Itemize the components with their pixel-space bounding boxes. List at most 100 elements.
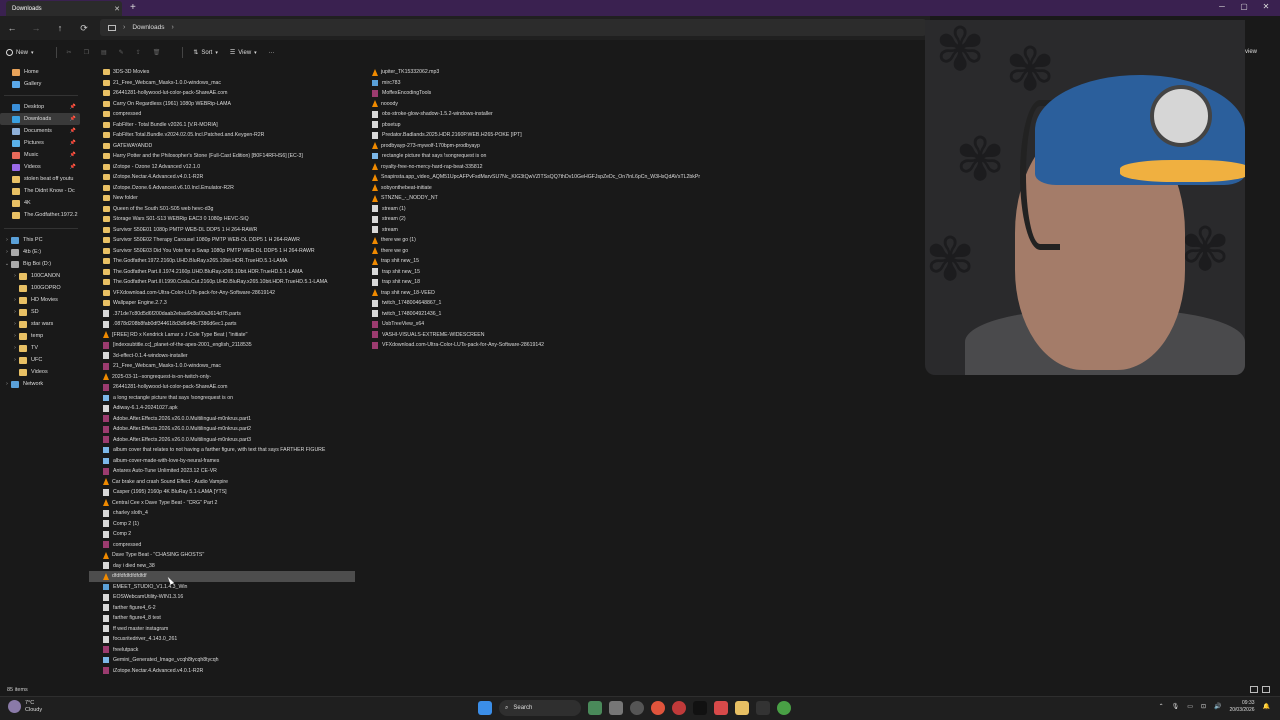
weather-widget[interactable]: 7°C Cloudy xyxy=(8,700,42,714)
view-button[interactable]: ☰ View ▾ xyxy=(230,49,257,57)
sidebar-item-network[interactable]: › Network xyxy=(0,378,80,390)
pin-icon[interactable]: 📌 xyxy=(70,164,76,170)
sidebar-item-desktop[interactable]: Desktop 📌 xyxy=(0,101,80,113)
search-box[interactable]: ⌕ Search xyxy=(499,700,581,716)
delete-icon[interactable]: 🗑 xyxy=(153,49,161,56)
sidebar-item-stolen-beat[interactable]: stolen beat off youtu xyxy=(0,173,80,185)
file-item[interactable]: freelutpack xyxy=(103,645,355,656)
refresh-icon[interactable]: ⟳ xyxy=(72,23,96,34)
folder-item[interactable]: iZotope.Nectar.4.Advanced.v4.0.1-R2R xyxy=(103,172,355,183)
app-icon[interactable] xyxy=(672,701,686,715)
sidebar-item-100canon[interactable]: › 100CANON xyxy=(0,270,80,282)
folder-item[interactable]: iZotope - Ozone 12 Advanced v12.1.0 xyxy=(103,162,355,173)
file-item[interactable]: VFXdownload.com-Ultra-Color-LUTs-pack-fo… xyxy=(372,340,700,351)
tab-downloads[interactable]: Downloads ✕ xyxy=(6,1,122,16)
share-icon[interactable]: ⇪ xyxy=(136,49,141,56)
address-bar[interactable]: › Downloads › xyxy=(100,19,926,36)
file-item[interactable]: stream (2) xyxy=(372,214,700,225)
volume-icon[interactable]: 🔊 xyxy=(1214,703,1221,710)
folder-item[interactable]: Survivor S50E03 Did You Vote for a Swap … xyxy=(103,246,355,257)
sidebar-item-pictures[interactable]: Pictures 📌 xyxy=(0,137,80,149)
file-item[interactable]: Dave Type Beat - ''CHASING GHOSTS'' xyxy=(103,550,355,561)
breadcrumb-downloads[interactable]: Downloads xyxy=(132,24,164,31)
display-icon[interactable]: ▭ xyxy=(1187,703,1193,710)
sidebar-item-documents[interactable]: Documents 📌 xyxy=(0,125,80,137)
file-item[interactable]: there we go xyxy=(372,246,700,257)
folder-item[interactable]: compressed xyxy=(103,109,355,120)
chevron-right-icon[interactable]: › xyxy=(3,381,11,387)
file-item[interactable]: Gemini_Generated_Image_vcqh8tycqh8tycqh xyxy=(103,655,355,666)
folder-item[interactable]: 21_Free_Webcam_Masks-1.0.0-windows_mac xyxy=(103,78,355,89)
pin-icon[interactable]: 📌 xyxy=(70,104,76,110)
sidebar-item-sd[interactable]: › SD xyxy=(0,306,80,318)
close-button[interactable]: ✕ xyxy=(1256,2,1276,11)
up-icon[interactable]: ↑ xyxy=(48,23,72,33)
file-item[interactable]: there we go (1) xyxy=(372,235,700,246)
chevron-right-icon[interactable]: › xyxy=(11,345,19,351)
file-item[interactable]: album-cover-made-with-love-by-neural-fra… xyxy=(103,456,355,467)
file-item[interactable]: nooody xyxy=(372,99,700,110)
cut-icon[interactable]: ✂ xyxy=(67,49,72,56)
file-item[interactable]: Adobe.After.Effects.2026.v26.0.0.Multili… xyxy=(103,424,355,435)
sidebar-item-4k[interactable]: 4K xyxy=(0,197,80,209)
file-item[interactable]: twitch_1748004648867_1 xyxy=(372,298,700,309)
sidebar-item-tv[interactable]: › TV xyxy=(0,342,80,354)
sidebar-item-gallery[interactable]: Gallery xyxy=(0,78,80,90)
chevron-right-icon[interactable]: › xyxy=(11,357,19,363)
file-item[interactable]: album cover that relates to not having a… xyxy=(103,445,355,456)
chrome-icon[interactable] xyxy=(777,701,791,715)
folder-item[interactable]: Wallpaper Engine.2.7.3 xyxy=(103,298,355,309)
sidebar-item-this-pc[interactable]: › This PC xyxy=(0,234,80,246)
details-view-icon[interactable] xyxy=(1250,686,1258,693)
file-item[interactable]: VASHI-VISUALS-EXTREME-WIDESCREEN xyxy=(372,330,700,341)
file-item[interactable]: trap shit new_18 xyxy=(372,277,700,288)
file-item[interactable]: 26441281-hollywood-lut-color-pack-ShareA… xyxy=(103,382,355,393)
folder-item[interactable]: Queen of the South S01-S05 web hevc-d3g xyxy=(103,204,355,215)
sidebar-item-temp[interactable]: › temp xyxy=(0,330,80,342)
file-item[interactable]: sobyonthebeat-initiate xyxy=(372,183,700,194)
file-item[interactable]: .0878d208b8fab0df344618d3d6d48c7386d6ec1… xyxy=(103,319,355,330)
sidebar-item-downloads[interactable]: Downloads 📌 xyxy=(0,113,80,125)
sidebar-item-videos-d[interactable]: Videos xyxy=(0,366,80,378)
sidebar-item-drive-d[interactable]: ⌄ Big Boi (D:) xyxy=(0,258,80,270)
pin-icon[interactable]: 📌 xyxy=(70,128,76,134)
file-item[interactable]: royalty-free-no-mercy-hard-rap-beat-3358… xyxy=(372,162,700,173)
folder-item[interactable]: Storage Wars S01-S13 WEBRip EAC3 0 1080p… xyxy=(103,214,355,225)
file-item[interactable]: MoffexEncodingTools xyxy=(372,88,700,99)
folder-item[interactable]: iZotope.Ozone.6.Advanced.v6.10.Incl.Emul… xyxy=(103,183,355,194)
back-icon[interactable]: ← xyxy=(0,23,24,33)
new-tab-button[interactable]: + xyxy=(130,2,136,13)
file-item[interactable]: prodbyayp-273-mywolf-170bpm-prodbyayp xyxy=(372,141,700,152)
sidebar-item-home[interactable]: Home xyxy=(0,66,80,78)
sort-button[interactable]: ⇅ Sort ▾ xyxy=(193,49,218,57)
file-item[interactable]: charley sloth_4 xyxy=(103,508,355,519)
chevron-right-icon[interactable]: › xyxy=(11,297,19,303)
file-item[interactable]: [indexsubtitle.cc]_planet-of-the-apes-20… xyxy=(103,340,355,351)
file-item[interactable]: farther figure4_6-2 xyxy=(103,603,355,614)
folder-item[interactable]: Harry Potter and the Philosopher's Stone… xyxy=(103,151,355,162)
file-item[interactable]: Predator.Badlands.2025.HDR.2160P.WEB.H26… xyxy=(372,130,700,141)
paste-icon[interactable]: ▤ xyxy=(101,49,107,56)
file-item[interactable]: iZotope.Nectar.4.Advanced.v4.0.1-R2R xyxy=(103,666,355,677)
obs-icon[interactable] xyxy=(630,701,644,715)
clock[interactable]: 09:33 20/03/2026 xyxy=(1229,700,1254,713)
file-item[interactable]: mirc783 xyxy=(372,78,700,89)
more-options-button[interactable]: ··· xyxy=(269,50,275,56)
file-item[interactable]: Central Cee x Dave Type Beat - ''CRG'' P… xyxy=(103,498,355,509)
file-item[interactable]: Comp 2 xyxy=(103,529,355,540)
file-item[interactable]: EMEET_STUDIO_V1.1.4.3_Win xyxy=(103,582,355,593)
folder-item[interactable]: The.Godfather.Part.II.1974.2160p.UHD.Blu… xyxy=(103,267,355,278)
file-item[interactable]: stream xyxy=(372,225,700,236)
file-item[interactable]: jupiter_TK15332062.mp3 xyxy=(372,67,700,78)
file-item[interactable]: [FREE] RD x Kendrick Lamar x J Cole Type… xyxy=(103,330,355,341)
file-item[interactable]: day i died new_38 xyxy=(103,561,355,572)
sidebar-item-godfather[interactable]: The.Godfather.1972.2 xyxy=(0,209,80,221)
file-explorer-icon[interactable] xyxy=(735,701,749,715)
sidebar-item-music[interactable]: Music 📌 xyxy=(0,149,80,161)
sidebar-item-drive-e[interactable]: › 4tb (E:) xyxy=(0,246,80,258)
file-item[interactable]: compressed xyxy=(103,540,355,551)
pin-icon[interactable]: 📌 xyxy=(70,152,76,158)
chevron-right-icon[interactable]: › xyxy=(172,24,174,31)
file-item[interactable]: trap shit new_15 xyxy=(372,256,700,267)
file-item[interactable]: Adobe.After.Effects.2026.v26.0.0.Multili… xyxy=(103,414,355,425)
